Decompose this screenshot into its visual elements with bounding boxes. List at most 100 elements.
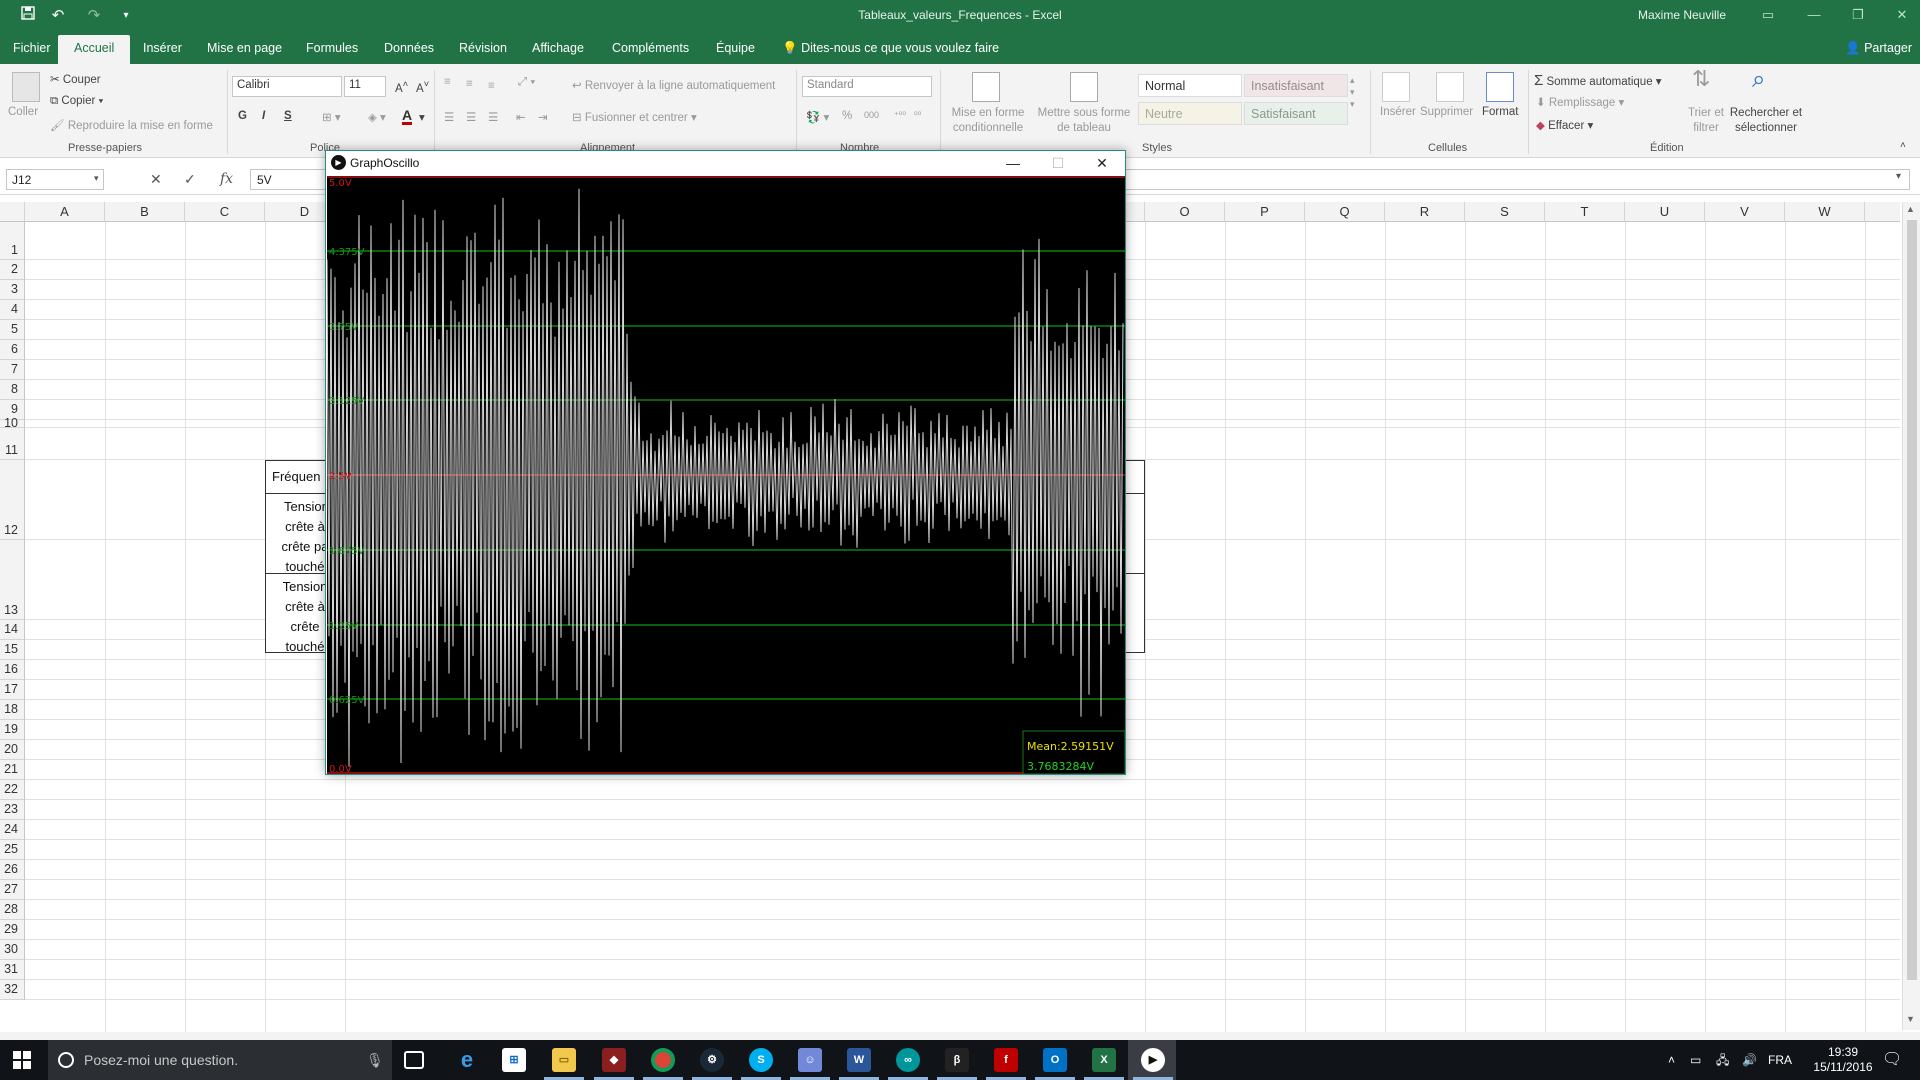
column-header[interactable]: P bbox=[1225, 202, 1305, 222]
osc-minimize-button[interactable]: — bbox=[991, 153, 1035, 173]
decrease-decimal-icon[interactable]: ⁰⁰ bbox=[914, 110, 921, 121]
align-left-icon[interactable]: ☰ bbox=[444, 110, 454, 124]
borders-icon[interactable]: ⊞ ▾ bbox=[322, 110, 341, 124]
tab-revision[interactable]: Révision bbox=[459, 41, 507, 55]
edge-icon[interactable]: e bbox=[455, 1048, 479, 1072]
row-header[interactable]: 20 bbox=[0, 740, 25, 760]
currency-icon[interactable]: 💱 ▾ bbox=[806, 110, 829, 124]
volume-icon[interactable]: 🔊 bbox=[1742, 1040, 1757, 1080]
column-header[interactable]: S bbox=[1465, 202, 1545, 222]
row-header[interactable]: 5 bbox=[0, 320, 25, 340]
row-header[interactable]: 27 bbox=[0, 880, 25, 900]
microphone-icon[interactable]: 🎙 bbox=[366, 1040, 384, 1080]
shrink-font-icon[interactable]: A˅ bbox=[416, 79, 429, 95]
sort-filter-icon[interactable]: ⇅ bbox=[1692, 66, 1710, 92]
column-header[interactable]: B bbox=[105, 202, 185, 222]
bittorrent-icon[interactable]: β bbox=[945, 1048, 969, 1072]
ribbon-display-icon[interactable]: ▭ bbox=[1750, 4, 1786, 26]
column-header[interactable]: T bbox=[1545, 202, 1625, 222]
outlook-icon[interactable]: O bbox=[1043, 1048, 1067, 1072]
clock[interactable]: 19:39 15/11/2016 bbox=[1808, 1045, 1878, 1075]
conditional-format-button[interactable]: Mise en forme conditionnelle bbox=[948, 106, 1028, 136]
column-header[interactable]: A bbox=[25, 202, 105, 222]
merge-center-button[interactable]: ⊟ Fusionner et centrer ▾ bbox=[572, 110, 697, 124]
cut-button[interactable]: ✂ Couper bbox=[50, 72, 101, 86]
excel-icon[interactable]: X bbox=[1092, 1048, 1116, 1072]
user-name[interactable]: Maxime Neuville bbox=[1638, 8, 1726, 22]
column-header[interactable]: W bbox=[1785, 202, 1865, 222]
column-header[interactable]: V bbox=[1705, 202, 1785, 222]
notifications-icon[interactable]: 🗨 bbox=[1882, 1040, 1902, 1080]
collapse-ribbon-icon[interactable]: ˄ bbox=[1900, 140, 1906, 151]
row-header[interactable]: 13 bbox=[0, 540, 25, 620]
row-header[interactable]: 21 bbox=[0, 760, 25, 780]
row-header[interactable]: 31 bbox=[0, 960, 25, 980]
column-header[interactable]: Q bbox=[1305, 202, 1385, 222]
search-icon[interactable]: ⌕ bbox=[1752, 66, 1765, 94]
tab-mise-en-page[interactable]: Mise en page bbox=[207, 41, 282, 55]
enter-icon[interactable]: ✓ bbox=[184, 171, 196, 188]
delete-cells-button[interactable]: Supprimer bbox=[1420, 106, 1473, 118]
tab-accueil[interactable]: Accueil bbox=[58, 35, 131, 64]
cortana-search[interactable]: Posez-moi une question. 🎙 bbox=[48, 1040, 392, 1080]
underline-button[interactable]: S bbox=[284, 110, 292, 122]
autosum-button[interactable]: Σ Somme automatique ▾ bbox=[1534, 72, 1662, 89]
format-painter-button[interactable]: 🖌 Reproduire la mise en forme bbox=[50, 118, 213, 132]
tab-equipe[interactable]: Équipe bbox=[716, 41, 755, 55]
format-cells-icon[interactable] bbox=[1486, 72, 1514, 102]
column-header[interactable]: O bbox=[1145, 202, 1225, 222]
row-header[interactable]: 17 bbox=[0, 680, 25, 700]
bold-button[interactable]: G bbox=[238, 110, 247, 122]
orientation-icon[interactable]: ⤢ ▾ bbox=[518, 76, 535, 89]
name-box[interactable]: J12 bbox=[6, 169, 104, 190]
column-header[interactable]: C bbox=[185, 202, 265, 222]
row-header[interactable]: 32 bbox=[0, 980, 25, 1000]
row-header[interactable]: 25 bbox=[0, 840, 25, 860]
row-header[interactable]: 30 bbox=[0, 940, 25, 960]
tab-formules[interactable]: Formules bbox=[306, 41, 358, 55]
clear-button[interactable]: ◆ Effacer ▾ bbox=[1536, 118, 1593, 132]
scroll-thumb[interactable] bbox=[1907, 220, 1917, 980]
format-as-table-icon[interactable] bbox=[1070, 72, 1098, 102]
arduino-icon[interactable]: ∞ bbox=[896, 1048, 920, 1072]
grow-font-icon[interactable]: A˄ bbox=[395, 79, 408, 95]
increase-indent-icon[interactable]: ⇥ bbox=[538, 110, 548, 124]
task-view-icon[interactable] bbox=[404, 1051, 424, 1069]
select-all[interactable] bbox=[0, 202, 25, 222]
row-header[interactable]: 28 bbox=[0, 900, 25, 920]
word-icon[interactable]: W bbox=[847, 1048, 871, 1072]
find-select-button[interactable]: Rechercher et sélectionner bbox=[1726, 106, 1806, 136]
filezilla-icon[interactable]: f bbox=[994, 1048, 1018, 1072]
discord-icon[interactable]: ☺ bbox=[798, 1048, 822, 1072]
row-header[interactable]: 24 bbox=[0, 820, 25, 840]
format-cells-button[interactable]: Format bbox=[1482, 106, 1518, 118]
fill-color-icon[interactable]: ◈ ▾ bbox=[368, 110, 386, 124]
chrome-icon[interactable] bbox=[651, 1048, 675, 1072]
row-header[interactable]: 6 bbox=[0, 340, 25, 360]
column-header[interactable]: U bbox=[1625, 202, 1705, 222]
row-header[interactable]: 1 bbox=[0, 222, 25, 260]
row-header[interactable]: 22 bbox=[0, 780, 25, 800]
row-header[interactable]: 18 bbox=[0, 700, 25, 720]
wrap-text-button[interactable]: ↩ Renvoyer à la ligne automatiquement bbox=[572, 78, 775, 92]
number-format-select[interactable]: Standard bbox=[802, 76, 932, 97]
network-icon[interactable]: 🖧 bbox=[1716, 1040, 1729, 1080]
percent-button[interactable]: % bbox=[842, 110, 852, 122]
skype-icon[interactable]: S bbox=[749, 1048, 773, 1072]
format-as-table-button[interactable]: Mettre sous forme de tableau bbox=[1034, 106, 1134, 136]
restore-button[interactable]: ❐ bbox=[1840, 4, 1876, 26]
row-header[interactable]: 8 bbox=[0, 380, 25, 400]
sort-filter-button[interactable]: Trier et filtrer bbox=[1686, 106, 1726, 136]
row-header[interactable]: 2 bbox=[0, 260, 25, 280]
row-header[interactable]: 3 bbox=[0, 280, 25, 300]
copy-button[interactable]: ⧉ Copier ▾ bbox=[50, 95, 103, 108]
row-header[interactable]: 16 bbox=[0, 660, 25, 680]
windows-start-icon[interactable] bbox=[13, 1051, 31, 1072]
align-right-icon[interactable]: ☰ bbox=[488, 110, 498, 124]
tell-me-box[interactable]: 💡 Dites-nous ce que vous voulez faire bbox=[782, 41, 999, 56]
expand-formula-icon[interactable]: ▾ bbox=[1896, 171, 1901, 182]
language-indicator[interactable]: FRA bbox=[1768, 1040, 1792, 1080]
power-icon[interactable]: ▭ bbox=[1690, 1040, 1701, 1080]
delete-cells-icon[interactable] bbox=[1436, 72, 1464, 102]
insert-cells-button[interactable]: Insérer bbox=[1380, 106, 1416, 118]
